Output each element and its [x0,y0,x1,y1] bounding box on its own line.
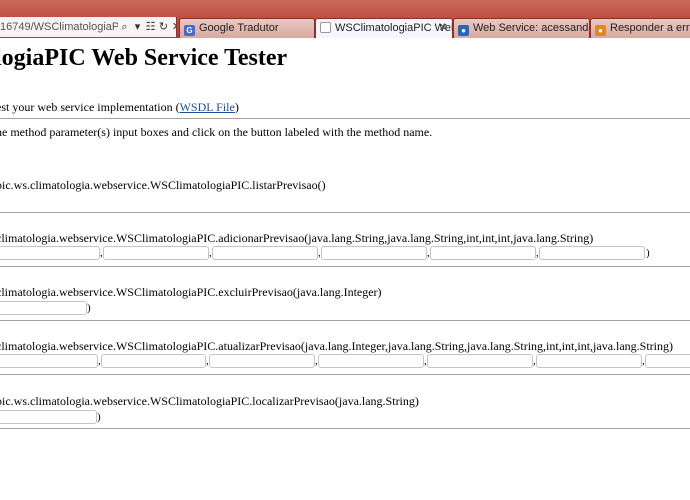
param-input-1[interactable] [0,301,87,315]
tab-google-tradutor[interactable]: G Google Tradutor [179,18,315,38]
divider [0,118,690,119]
browser-tab-bar: 16749/WSClimatologiaPIC/WSC⌕▾☷↻✕ GGoogle… [0,0,690,38]
close-paren: ) [646,247,650,259]
tab-label: WSClimatologiaPIC Web Se... [335,22,452,34]
google-translate-icon: G [184,25,195,36]
param-input-6[interactable] [539,246,645,260]
param-input-7[interactable] [645,354,690,368]
tab-label: Google Tradutor [199,22,279,34]
page-icon [320,22,331,33]
refresh-icon[interactable]: ↻ [157,17,170,37]
tab-web-service[interactable]: ● Web Service: acessando o ban... [453,18,590,38]
tab-label: Responder a erro web s [610,22,690,34]
address-url[interactable]: 16749/WSClimatologiaPIC/WSC [0,17,118,37]
divider [0,374,690,375]
tab-label: Web Service: acessando o ban... [473,22,590,34]
method-adicionar-previsao: climatologia.webservice.WSClimatologiaPI… [0,231,594,245]
wsdl-file-link[interactable]: WSDL File [180,100,235,114]
divider [0,428,690,429]
search-icon[interactable]: ⌕ [118,17,131,37]
param-input-6[interactable] [536,354,642,368]
close-tab-icon[interactable]: ✕ [439,19,448,38]
close-paren: ) [87,302,91,314]
param-input-4[interactable] [318,354,424,368]
address-bar[interactable]: 16749/WSClimatologiaPIC/WSC⌕▾☷↻✕ [0,17,177,37]
param-input-1[interactable] [0,246,100,260]
web-service-tester-page: logiaPIC Web Service Tester est your web… [0,38,690,500]
intro-text: est your web service implementation (WSD… [0,100,239,114]
tab-wsclimatologiapic[interactable]: WSClimatologiaPIC Web Se... ✕ [315,18,453,38]
forum-icon: ● [595,25,606,36]
method-excluir-previsao: climatologia.webservice.WSClimatologiaPI… [0,285,382,299]
param-input-3[interactable] [212,246,318,260]
param-input-2[interactable] [103,246,209,260]
close-paren: ) [97,411,101,423]
param-input-2[interactable] [101,354,206,368]
instructions-text: he method parameter(s) input boxes and c… [0,125,433,139]
param-input-4[interactable] [321,246,427,260]
close-icon[interactable]: ✕ [170,17,176,37]
param-input-1[interactable] [0,354,98,368]
param-input-5[interactable] [427,354,533,368]
divider [0,266,690,267]
method-atualizar-previsao: climatologia.webservice.WSClimatologiaPI… [0,339,674,353]
globe-icon: ● [458,25,469,36]
tab-responder-erro[interactable]: ● Responder a erro web s [590,18,690,38]
compatibility-view-icon[interactable]: ☷ [144,17,157,37]
param-input-1[interactable] [0,410,97,424]
divider [0,212,690,213]
page-title: logiaPIC Web Service Tester [0,45,288,71]
param-input-3[interactable] [209,354,315,368]
method-listar-previsao: pic.ws.climatologia.webservice.WSClimato… [0,178,326,192]
param-input-5[interactable] [430,246,536,260]
divider [0,320,690,321]
dropdown-arrow-icon[interactable]: ▾ [131,17,144,37]
method-localizar-previsao: pic.ws.climatologia.webservice.WSClimato… [0,394,419,408]
